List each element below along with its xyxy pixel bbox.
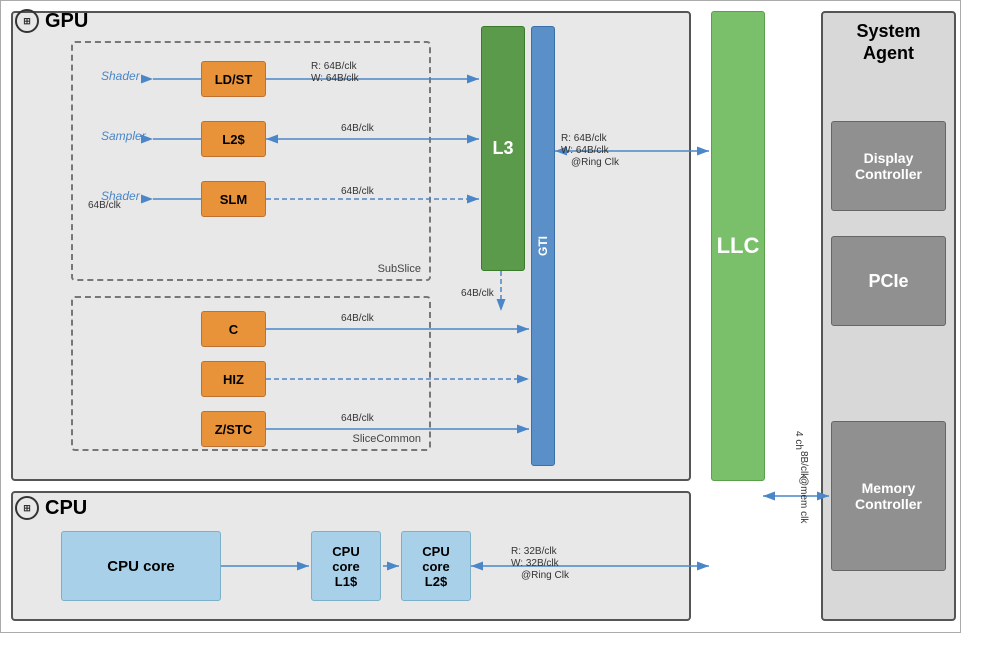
cpu-core-box: CPU core xyxy=(61,531,221,601)
gpu-chip-icon: ⊞ xyxy=(15,9,39,33)
shader1-label: Shader xyxy=(101,69,140,83)
svg-text:8B/clk: 8B/clk xyxy=(798,451,809,479)
cpu-chip-icon: ⊞ xyxy=(15,496,39,520)
pcie-box: PCIe xyxy=(831,236,946,326)
diagram: ⊞ GPU SubSlice SliceCommon LD/ST L2$ SLM… xyxy=(0,0,961,633)
cpu-l1-box: CPUcoreL1$ xyxy=(311,531,381,601)
cpu-l2-box: CPUcoreL2$ xyxy=(401,531,471,601)
svg-text:4 ch: 4 ch xyxy=(793,431,804,450)
hiz-box: HIZ xyxy=(201,361,266,397)
llc-box: LLC xyxy=(711,11,765,481)
c-box: C xyxy=(201,311,266,347)
cpu-label: CPU xyxy=(45,497,87,520)
gpu-title: ⊞ GPU xyxy=(15,9,88,33)
slm-box: SLM xyxy=(201,181,266,217)
cpu-title: ⊞ CPU xyxy=(15,496,87,520)
shader2-label: Shader xyxy=(101,189,140,203)
memory-controller-box: MemoryController xyxy=(831,421,946,571)
slicecommon-label: SliceCommon xyxy=(353,433,421,445)
system-agent-title: SystemAgent xyxy=(831,21,946,64)
svg-text:@mem clk: @mem clk xyxy=(798,476,809,524)
l2s-box: L2$ xyxy=(201,121,266,157)
ldst-box: LD/ST xyxy=(201,61,266,97)
gti-box: GTI xyxy=(531,26,555,466)
zstc-box: Z/STC xyxy=(201,411,266,447)
sampler-label: Sampler xyxy=(101,129,146,143)
gpu-label: GPU xyxy=(45,10,88,33)
display-controller-box: DisplayController xyxy=(831,121,946,211)
l3-box: L3 xyxy=(481,26,525,271)
subslice-label: SubSlice xyxy=(378,263,421,275)
